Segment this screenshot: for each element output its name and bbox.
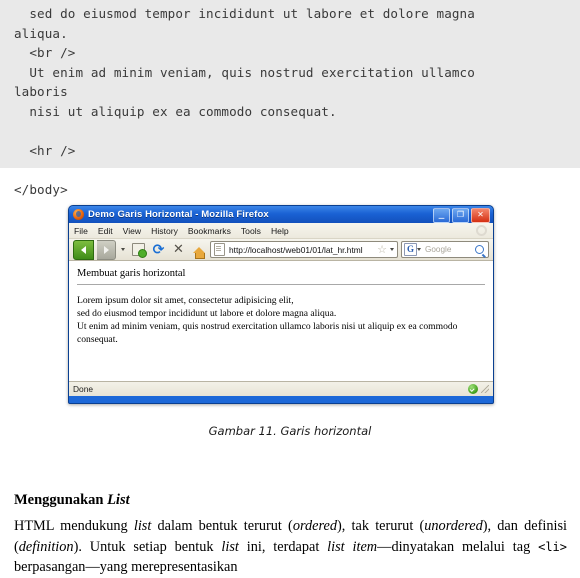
- section-heading-plain: Menggunakan: [14, 492, 108, 508]
- menu-item-view[interactable]: View: [122, 226, 147, 236]
- paragraph-italic-definition: definition: [18, 538, 74, 555]
- page-favicon-icon: [214, 243, 225, 256]
- menu-item-file[interactable]: File: [73, 226, 94, 236]
- paragraph-italic-list: list: [133, 518, 152, 534]
- code-line: nisi ut aliquip ex ea commodo consequat.: [14, 103, 337, 119]
- google-engine-icon[interactable]: G: [404, 243, 417, 256]
- code-line: laboris: [14, 84, 68, 100]
- paragraph-italic-ordered: ordered: [292, 518, 338, 534]
- paragraph-tag-code: <li>: [538, 539, 568, 554]
- star-icon[interactable]: ☆: [377, 244, 387, 255]
- history-dropdown-button[interactable]: [119, 241, 127, 258]
- page-paragraph-line: sed do eiusmod tempor incididunt ut labo…: [77, 308, 337, 319]
- status-text: Done: [73, 384, 94, 394]
- throbber-icon: [476, 225, 487, 236]
- horizontal-rule: [77, 284, 485, 285]
- search-bar[interactable]: G Google: [401, 241, 489, 258]
- address-bar[interactable]: http://localhost/web01/01/lat_hr.html ☆: [210, 241, 398, 258]
- paragraph-part: dalam bentuk terurut (: [151, 518, 293, 534]
- home-icon: [192, 246, 205, 259]
- home-button[interactable]: [190, 241, 207, 259]
- maximize-icon: ❐: [456, 210, 465, 219]
- window-controls: _ ❐ ✕: [433, 206, 490, 223]
- close-icon: ✕: [477, 210, 484, 219]
- menu-item-bookmarks[interactable]: Bookmarks: [187, 226, 237, 236]
- paragraph-part: ini, terdapat: [238, 538, 328, 555]
- code-line: aliqua.: [14, 25, 68, 41]
- section-heading-italic: List: [107, 492, 130, 508]
- back-button[interactable]: [73, 239, 94, 260]
- body-paragraph: HTML mendukung list dalam bentuk terurut…: [14, 516, 567, 578]
- paragraph-part: ). Untuk setiap bentuk: [73, 538, 222, 555]
- code-line: </body>: [14, 182, 68, 198]
- page-paragraph-line: Ut enim ad minim veniam, quis nostrud ex…: [77, 321, 458, 332]
- browser-window-screenshot: Demo Garis Horizontal - Mozilla Firefox …: [68, 205, 494, 404]
- page-paragraph-line: Lorem ipsum dolor sit amet, consectetur …: [77, 295, 294, 306]
- menu-item-tools[interactable]: Tools: [240, 226, 267, 236]
- back-arrow-icon: [81, 245, 86, 254]
- menu-bar: File Edit View History Bookmarks Tools H…: [69, 223, 493, 239]
- resize-grip-icon[interactable]: [481, 385, 489, 393]
- firefox-logo-icon: [73, 209, 84, 220]
- status-bar: Done: [69, 381, 493, 396]
- paragraph-part: ), tak terurut (: [337, 518, 425, 534]
- forward-button[interactable]: [97, 239, 116, 260]
- reload-icon: ⟳: [152, 241, 165, 258]
- paragraph-italic-list-2: list: [221, 538, 239, 555]
- secure-check-icon: [468, 384, 478, 394]
- code-line: sed do eiusmod tempor incididunt ut labo…: [14, 6, 475, 21]
- reload-button[interactable]: ⟳: [150, 241, 167, 258]
- paragraph-part: berpasangan—yang merepresentasikan: [14, 559, 238, 575]
- paragraph-italic-list-item: list item: [327, 538, 378, 555]
- paragraph-part: HTML mendukung: [14, 518, 134, 534]
- search-input[interactable]: Google: [421, 245, 475, 254]
- close-button[interactable]: ✕: [471, 208, 490, 223]
- menu-item-help[interactable]: Help: [270, 226, 295, 236]
- chevron-down-icon: [121, 248, 125, 251]
- menu-item-history[interactable]: History: [150, 226, 184, 236]
- bookmark-add-icon: [132, 243, 147, 258]
- window-title: Demo Garis Horizontal - Mozilla Firefox: [88, 209, 269, 220]
- navigation-toolbar: ⟳ ✕ http://localhost/web01/01/lat_hr.htm…: [69, 239, 493, 261]
- page-paragraph-line: consequat.: [77, 334, 118, 345]
- stop-button[interactable]: ✕: [170, 241, 187, 258]
- browser-titlebar: Demo Garis Horizontal - Mozilla Firefox …: [69, 206, 493, 223]
- section-heading: Menggunakan List: [14, 492, 130, 509]
- code-line: <hr />: [14, 143, 76, 159]
- url-text: http://localhost/web01/01/lat_hr.html: [229, 244, 363, 255]
- paragraph-part: —dinyatakan melalui tag: [377, 538, 539, 555]
- code-listing: sed do eiusmod tempor incididunt ut labo…: [0, 0, 580, 197]
- figure-caption: Gambar 11. Garis horizontal: [208, 424, 372, 438]
- forward-arrow-icon: [103, 245, 109, 254]
- page-heading: Membuat garis horizontal: [77, 268, 186, 279]
- minimize-icon: _: [438, 206, 445, 219]
- code-line: <br />: [14, 45, 76, 61]
- code-line: Ut enim ad minim veniam, quis nostrud ex…: [14, 64, 475, 80]
- url-dropdown-icon[interactable]: [390, 248, 394, 251]
- maximize-button[interactable]: ❐: [452, 208, 469, 223]
- bookmark-button[interactable]: [130, 241, 147, 258]
- search-icon[interactable]: [475, 245, 484, 254]
- menu-item-edit[interactable]: Edit: [97, 226, 119, 236]
- minimize-button[interactable]: _: [433, 206, 450, 223]
- stop-icon: ✕: [173, 242, 184, 257]
- page-viewport: Membuat garis horizontal Lorem ipsum dol…: [69, 261, 493, 381]
- paragraph-italic-unordered: unordered: [424, 518, 483, 534]
